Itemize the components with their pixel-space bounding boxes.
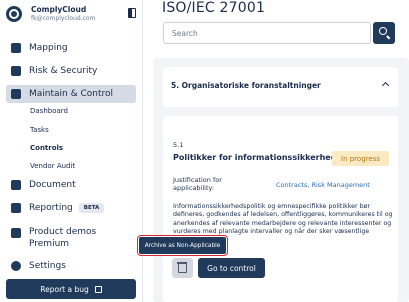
report-bug-label: Report a bug [40, 284, 89, 294]
justification-label: Justification for applicability: [173, 176, 222, 192]
sidebar-item-product-demos[interactable]: Product demos Premium [6, 226, 136, 250]
beta-badge: BETA [78, 203, 105, 213]
document-icon [11, 180, 21, 190]
sidebar: ComplyCloud fk@complycloud.com Mapping R… [0, 0, 143, 302]
search-button[interactable] [373, 22, 395, 44]
calendar-icon [11, 89, 21, 99]
sidebar-item-label: Reporting [29, 203, 73, 213]
section-accordion-header[interactable]: 5. Organisatoriske foranstaltninger [163, 67, 398, 107]
sidebar-item-risk-security[interactable]: Risk & Security [6, 62, 136, 80]
archive-icon [177, 262, 187, 273]
sidebar-item-label: Product demos Premium [29, 227, 97, 249]
sidebar-item-label: Maintain & Control [29, 89, 114, 99]
report-bug-button[interactable]: Report a bug [6, 279, 136, 299]
status-badge: In progress [332, 151, 389, 166]
sidebar-item-mapping[interactable]: Mapping [6, 39, 136, 57]
page-title: ISO/IEC 27001 [162, 0, 266, 16]
control-number: 5.1 [173, 141, 184, 149]
sidebar-item-settings[interactable]: Settings [6, 257, 136, 275]
chevron-up-icon[interactable] [381, 81, 390, 90]
bar-chart-icon [11, 203, 21, 213]
sidebar-subitem-tasks[interactable]: Tasks [30, 126, 49, 134]
control-title: Politikker for informationssikkerhed [173, 153, 337, 162]
sidebar-subitem-controls[interactable]: Controls [30, 144, 63, 152]
play-icon [11, 228, 21, 238]
user-email: fk@complycloud.com [31, 15, 96, 22]
brand-name: ComplyCloud [31, 5, 87, 14]
complycloud-logo-icon [6, 6, 22, 22]
search-icon [379, 27, 387, 35]
gear-icon [11, 261, 21, 271]
sidebar-item-label: Mapping [29, 43, 68, 53]
search-input[interactable] [163, 22, 371, 44]
justification-value-link[interactable]: Contracts, Risk Management [276, 181, 370, 189]
sidebar-subitem-vendor-audit[interactable]: Vendor Audit [30, 162, 75, 170]
mapping-icon [11, 43, 21, 53]
sidebar-item-label: Risk & Security [29, 66, 98, 76]
sidebar-subitem-dashboard[interactable]: Dashboard [30, 107, 68, 115]
sidebar-item-label: Document [29, 180, 76, 190]
brand-header: ComplyCloud fk@complycloud.com [6, 4, 138, 24]
section-title: 5. Organisatoriske foranstaltninger [171, 81, 321, 90]
external-link-icon [94, 285, 102, 293]
archive-tooltip: Archive as Non-Applicable [137, 235, 228, 256]
go-to-control-button[interactable]: Go to control [198, 258, 265, 278]
collapse-sidebar-icon[interactable] [128, 8, 136, 18]
sidebar-item-document[interactable]: Document [6, 176, 136, 194]
shield-icon [11, 66, 21, 76]
sidebar-item-maintain-control[interactable]: Maintain & Control [6, 85, 136, 103]
sidebar-item-label: Settings [29, 261, 66, 271]
archive-button[interactable] [172, 258, 193, 278]
sidebar-item-reporting[interactable]: Reporting BETA [6, 199, 136, 217]
